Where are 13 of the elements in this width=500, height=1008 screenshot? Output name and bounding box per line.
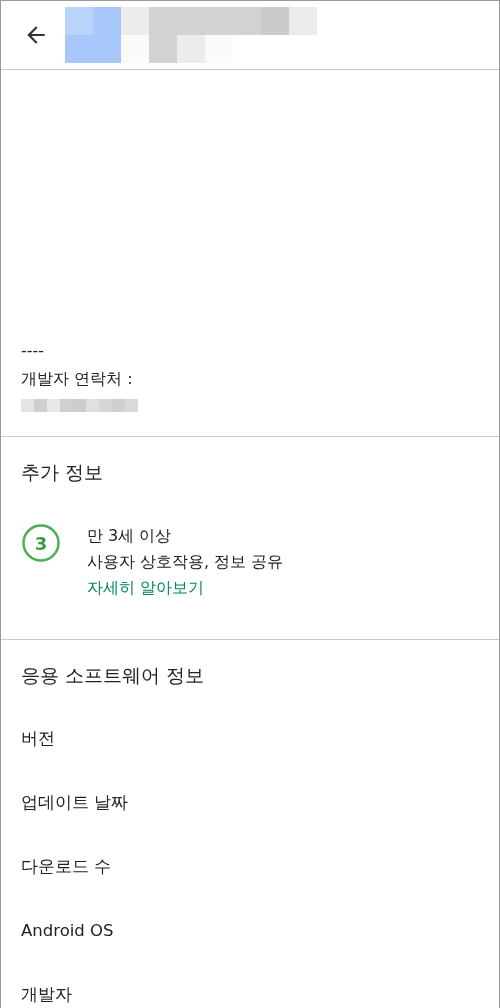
info-row-label[interactable]: 개발자 (21, 980, 479, 1008)
rating-label: 만 3세 이상 (87, 525, 173, 547)
info-row-label[interactable]: 업데이트 날짜 (21, 788, 479, 817)
section-title: 추가 정보 (21, 460, 105, 485)
section-title: 응용 소프트웨어 정보 (21, 663, 206, 688)
info-row-label[interactable]: Android OS (21, 916, 479, 945)
info-row-label[interactable]: 다운로드 수 (21, 852, 479, 881)
rating-details: 사용자 상호작용, 정보 공유 (87, 551, 284, 573)
learn-more-link[interactable]: 자세히 알아보기 (87, 575, 284, 601)
contact-label: 개발자 연락처 : (21, 368, 134, 390)
separator-text: ---- (21, 340, 46, 362)
info-row-label[interactable]: 버전 (21, 724, 479, 753)
age-rating-badge: 3 (21, 523, 61, 563)
